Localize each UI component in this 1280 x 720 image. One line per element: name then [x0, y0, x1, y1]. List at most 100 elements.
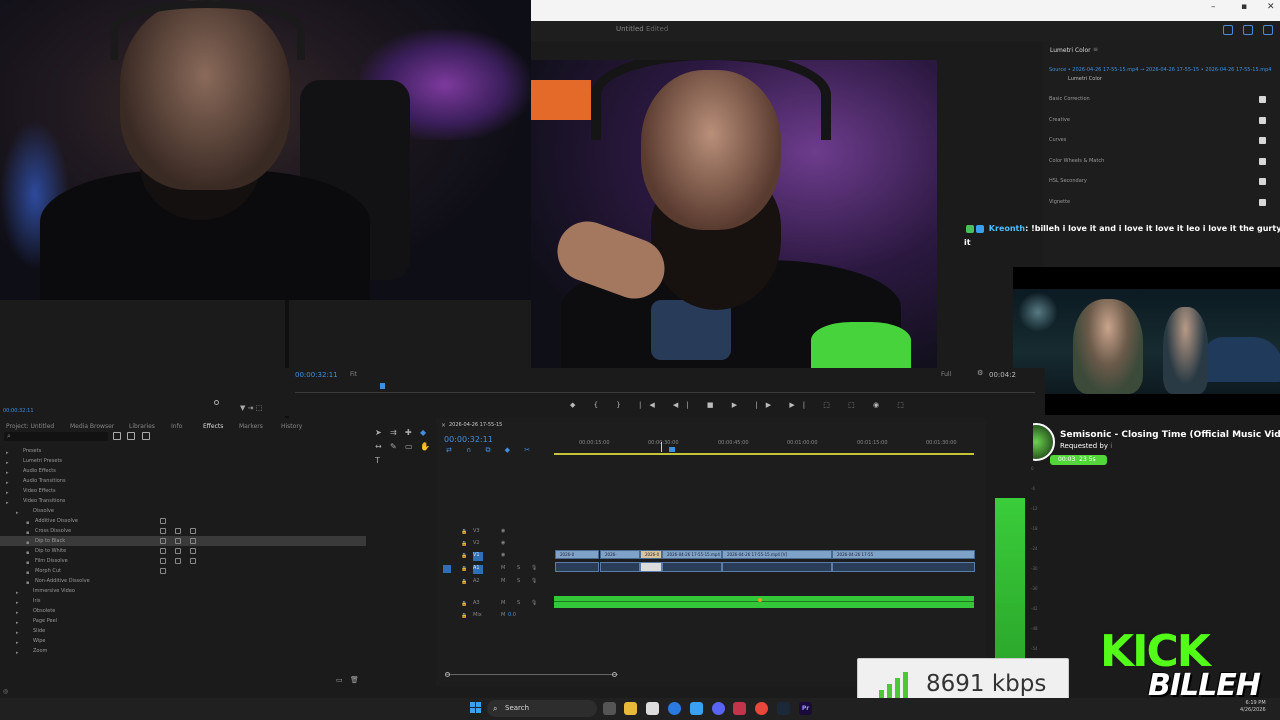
premiere-pro-icon[interactable]: Pr — [799, 702, 812, 715]
steam-icon[interactable] — [777, 702, 790, 715]
audio-clip[interactable] — [662, 562, 722, 572]
mute-icon[interactable]: M — [501, 600, 505, 606]
32bit-effects-icon[interactable] — [127, 432, 135, 440]
mute-icon[interactable]: M — [501, 578, 505, 584]
mic-icon[interactable]: 🎙 — [531, 578, 537, 584]
filter-icon[interactable]: ▼ ⇥ ⬚ — [240, 404, 262, 412]
lumetri-section-checkbox[interactable] — [1259, 137, 1266, 144]
work-area-bar[interactable] — [554, 453, 974, 455]
mic-icon[interactable]: 🎙 — [531, 600, 537, 606]
discord-icon[interactable] — [712, 702, 725, 715]
track-select-icon[interactable]: ⇉ — [390, 428, 397, 437]
video-clip[interactable]: 2026-0 — [640, 550, 662, 559]
eye-icon[interactable]: ◉ — [501, 552, 505, 558]
panel-tab[interactable]: Effects — [203, 423, 223, 430]
monitor-playhead[interactable] — [380, 383, 385, 389]
lock-icon[interactable]: 🔒 — [461, 566, 467, 572]
mix-volume[interactable]: 0.0 — [508, 612, 516, 618]
lock-icon[interactable]: 🔒 — [461, 613, 467, 619]
audio-clip[interactable] — [832, 562, 975, 572]
hand-tool-icon[interactable]: ✋ — [420, 442, 430, 451]
minimize-icon[interactable]: – — [1211, 2, 1216, 12]
lumetri-section[interactable]: Basic Correction — [1049, 96, 1090, 102]
source-patch[interactable] — [443, 540, 451, 548]
video-clip[interactable]: 2026-04-26 17-55 — [832, 550, 975, 559]
track-name[interactable]: V2 — [473, 540, 480, 546]
zoom-in-handle[interactable] — [445, 672, 450, 677]
mute-icon[interactable]: M — [501, 565, 505, 571]
video-clip[interactable]: 2026-04-26 17-55-15.mp4 [V] — [722, 550, 832, 559]
rectangle-tool-icon[interactable]: ▭ — [405, 442, 413, 451]
lumetri-section-checkbox[interactable] — [1259, 199, 1266, 206]
panel-tab[interactable]: Libraries — [129, 423, 155, 430]
track-header[interactable]: 🔒 V2 ◉ — [441, 540, 553, 550]
solo-icon[interactable]: S — [517, 600, 520, 606]
effects-tree-item[interactable]: ▸ Video Transitions — [0, 496, 366, 506]
effects-tree-item[interactable]: ▸ Zoom — [0, 646, 366, 656]
panel-menu-icon[interactable]: ≡ — [1093, 46, 1098, 53]
effects-tree-item[interactable]: ▸ Lumetri Presets — [0, 456, 366, 466]
type-tool-icon[interactable]: T — [375, 456, 380, 465]
system-clock[interactable]: 6:19 PM 4/26/2026 — [1240, 700, 1266, 714]
lumetri-section-checkbox[interactable] — [1259, 178, 1266, 185]
program-timecode[interactable]: 00:00:32:11 — [295, 371, 338, 379]
lumetri-source[interactable]: Source • 2026-04-26 17-55-15.mp4 → 2026-… — [1049, 67, 1271, 73]
effects-tree-item[interactable]: ▸ Dissolve — [0, 506, 366, 516]
effects-tree-item[interactable]: ▪ Film Dissolve — [0, 556, 366, 566]
track-name[interactable]: A3 — [473, 600, 480, 606]
solo-icon[interactable]: S — [517, 565, 520, 571]
effects-tree-item[interactable]: ▪ Non-Additive Dissolve — [0, 576, 366, 586]
slip-tool-icon[interactable]: ↔ — [375, 442, 382, 451]
effects-tree-item[interactable]: ▪ Dip to White — [0, 546, 366, 556]
video-clip[interactable]: 2026- — [600, 550, 640, 559]
track-header[interactable]: 🔒 A1 M S 🎙 — [441, 565, 553, 575]
effects-tree-item[interactable]: ▸ Video Effects — [0, 486, 366, 496]
sequence-tab[interactable]: 2026-04-26 17-55-15 — [449, 422, 502, 428]
video-clip[interactable]: 2026-0 — [555, 550, 599, 559]
panel-tab[interactable]: History — [281, 423, 302, 430]
effects-tree-item[interactable]: ▸ Page Peel — [0, 616, 366, 626]
taskbar-search[interactable]: ⌕ Search — [487, 700, 597, 717]
source-patch[interactable] — [443, 552, 451, 560]
mute-icon[interactable]: M — [501, 612, 505, 618]
effects-tree-item[interactable]: ▸ Audio Effects — [0, 466, 366, 476]
source-patch[interactable] — [443, 612, 451, 620]
panel-tab[interactable]: Info — [171, 423, 182, 430]
audio-keyframe[interactable] — [758, 598, 762, 602]
effects-tree-item[interactable]: ▸ Wipe — [0, 636, 366, 646]
lock-icon[interactable]: 🔒 — [461, 601, 467, 607]
source-patch[interactable] — [443, 528, 451, 536]
panel-tab[interactable]: Media Browser — [70, 423, 114, 430]
track-name[interactable]: A2 — [473, 578, 480, 584]
fullscreen-icon[interactable] — [1263, 25, 1273, 35]
delete-icon[interactable]: 🗑 — [350, 676, 359, 684]
effects-tree-item[interactable]: ▪ Morph Cut — [0, 566, 366, 576]
audio-clip[interactable] — [640, 562, 662, 572]
zoom-out-handle[interactable] — [612, 672, 617, 677]
share-icon[interactable] — [1223, 25, 1233, 35]
start-button[interactable] — [470, 702, 482, 714]
track-name[interactable]: V1 — [473, 552, 483, 561]
mail-icon[interactable] — [690, 702, 703, 715]
razor-tool-icon[interactable]: ◆ — [420, 428, 426, 437]
panel-tab[interactable]: Project: Untitled — [6, 423, 54, 430]
track-header[interactable]: 🔒 Mix M 0.0 — [441, 612, 553, 622]
track-header[interactable]: 🔒 A3 M S 🎙 — [441, 600, 553, 610]
lumetri-section-checkbox[interactable] — [1259, 96, 1266, 103]
effects-tree-item[interactable]: ▸ Presets — [0, 446, 366, 456]
pen-tool-icon[interactable]: ✎ — [390, 442, 397, 451]
audio-clip[interactable] — [555, 562, 599, 572]
notepad-icon[interactable] — [646, 702, 659, 715]
eye-icon[interactable]: ◉ — [501, 528, 505, 534]
timeline-timecode[interactable]: 00:00:32:11 — [444, 435, 493, 444]
lumetri-section[interactable]: HSL Secondary — [1049, 178, 1087, 184]
accelerated-effects-icon[interactable] — [113, 432, 121, 440]
new-bin-icon[interactable]: ▭ — [336, 676, 343, 684]
effects-search-input[interactable] — [4, 432, 108, 441]
effects-tree-item[interactable]: ▪ Dip to Black — [0, 536, 366, 546]
video-clip[interactable]: 2026-04-26 17-55-15.mp4 [V] — [662, 550, 722, 559]
source-patch[interactable] — [443, 578, 451, 586]
effects-tree-item[interactable]: ▸ Iris — [0, 596, 366, 606]
lumetri-section-checkbox[interactable] — [1259, 117, 1266, 124]
solo-icon[interactable]: S — [517, 578, 520, 584]
